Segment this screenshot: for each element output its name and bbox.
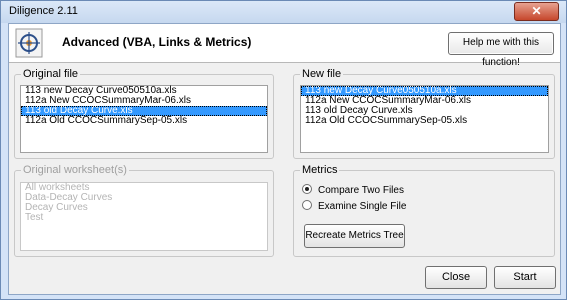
compare-two-files-label: Compare Two Files — [318, 185, 404, 196]
radio-unchecked-icon[interactable] — [302, 200, 312, 211]
metrics-group: Metrics Compare Two Files Examine Single… — [293, 164, 555, 257]
title-bar: Diligence 2.11 ✕ — [1, 1, 566, 23]
recreate-metrics-tree-button[interactable]: Recreate Metrics Tree — [304, 224, 405, 248]
original-worksheets-label: Original worksheet(s) — [21, 164, 129, 176]
new-file-group: New file 113 new Decay Curve050510a.xls … — [293, 68, 555, 159]
list-item[interactable]: Test — [21, 213, 267, 223]
dialog-header: Advanced (VBA, Links & Metrics) Help me … — [9, 24, 560, 68]
original-worksheets-list[interactable]: All worksheets Data-Decay Curves Decay C… — [20, 182, 268, 251]
app-logo-icon — [15, 28, 43, 58]
dialog-body: Advanced (VBA, Links & Metrics) Help me … — [8, 23, 561, 295]
list-item[interactable]: Decay Curves — [21, 203, 267, 213]
list-item[interactable]: 112a Old CCOCSummarySep-05.xls — [21, 116, 267, 126]
diligence-window: Diligence 2.11 ✕ Advanced (VBA, Links & … — [0, 0, 567, 300]
original-file-list[interactable]: 113 new Decay Curve050510a.xls 112a New … — [20, 85, 268, 153]
new-file-list[interactable]: 113 new Decay Curve050510a.xls 112a New … — [300, 85, 549, 153]
examine-single-file-label: Examine Single File — [318, 201, 407, 212]
metrics-label: Metrics — [300, 164, 340, 176]
list-item[interactable]: 112a Old CCOCSummarySep-05.xls — [301, 116, 548, 126]
new-file-label: New file — [300, 68, 344, 80]
compare-two-files-option[interactable]: Compare Two Files — [302, 184, 404, 198]
help-button[interactable]: Help me with this function! — [448, 32, 554, 68]
examine-single-file-option[interactable]: Examine Single File — [302, 200, 406, 214]
original-file-label: Original file — [21, 68, 81, 80]
radio-checked-icon[interactable] — [302, 184, 312, 195]
original-file-group: Original file 113 new Decay Curve050510a… — [14, 68, 274, 159]
window-title: Diligence 2.11 — [9, 5, 78, 17]
page-title: Advanced (VBA, Links & Metrics) — [62, 35, 252, 49]
original-worksheets-group: Original worksheet(s) All worksheets Dat… — [14, 164, 274, 257]
start-button[interactable]: Start — [494, 266, 556, 289]
close-button[interactable]: Close — [425, 266, 487, 289]
window-close-button[interactable]: ✕ — [514, 2, 559, 21]
